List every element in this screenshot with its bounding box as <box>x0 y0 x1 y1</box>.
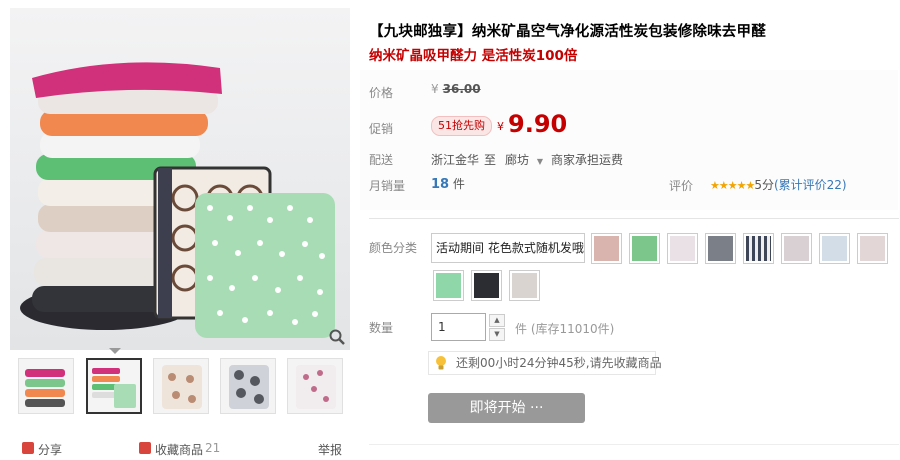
sku-option-text[interactable]: 活动期间 花色款式随机发哦 <box>431 233 585 263</box>
quantity-increase-button[interactable]: ▲ <box>489 314 505 327</box>
thumbnail-3[interactable] <box>153 358 209 414</box>
sku-swatch-5[interactable] <box>743 233 774 264</box>
active-thumb-caret <box>109 348 121 354</box>
sku-swatch-fill <box>594 236 619 261</box>
share-icon[interactable] <box>22 442 34 454</box>
divider <box>369 218 899 219</box>
sku-swatch-3[interactable] <box>667 233 698 264</box>
sku-swatch-10[interactable] <box>471 270 502 301</box>
zoom-icon[interactable] <box>328 328 346 346</box>
color-category-label: 颜色分类 <box>369 241 418 255</box>
shipping-label: 配送 <box>369 153 394 167</box>
rating-stars-icon: ★★★★★ <box>710 179 755 192</box>
promo-tag: 51抢先购 <box>431 116 492 136</box>
review-count-link[interactable]: (累计评价22) <box>774 178 847 192</box>
sku-swatch-fill <box>670 236 695 261</box>
pillow-stack-illustration <box>20 62 335 338</box>
promo-currency: ¥ <box>497 120 504 133</box>
ship-from: 浙江金华 <box>431 153 480 167</box>
sku-swatch-fill <box>474 273 499 298</box>
sku-swatch-1[interactable] <box>591 233 622 264</box>
promo-price: 9.90 <box>508 110 568 138</box>
main-product-image[interactable] <box>10 8 350 350</box>
sku-swatch-fill <box>436 273 461 298</box>
report-link[interactable]: 举报 <box>318 441 342 458</box>
promo-label: 促销 <box>369 122 394 136</box>
coming-soon-button[interactable]: 即将开始 ··· <box>428 393 585 423</box>
product-subtitle: 纳米矿晶吸甲醛力 是活性炭100倍 <box>369 48 578 64</box>
sku-swatch-6[interactable] <box>781 233 812 264</box>
rating-score: 5分 <box>754 178 774 192</box>
sku-swatch-8[interactable] <box>857 233 888 264</box>
ship-to-word: 至 <box>484 153 497 167</box>
sku-swatch-fill <box>860 236 885 261</box>
thumbnail-1[interactable] <box>18 358 74 414</box>
favorite-link[interactable]: 收藏商品 <box>155 441 203 458</box>
monthly-sales: 18 件 <box>431 175 465 192</box>
favorite-icon[interactable] <box>139 442 151 454</box>
monthly-sales-label: 月销量 <box>369 179 406 193</box>
thumbnail-2[interactable] <box>86 358 142 414</box>
share-link[interactable]: 分享 <box>38 441 62 458</box>
thumbnail-4[interactable] <box>220 358 276 414</box>
ship-to-city: 廊坊 <box>505 153 530 167</box>
stock-info: 件 (库存11010件) <box>515 322 615 336</box>
rating[interactable]: ★★★★★5分(累计评价22) <box>710 176 847 193</box>
favorite-count: 21 <box>205 441 221 455</box>
countdown-notice: 还剩00小时24分钟45秒,请先收藏商品 <box>428 351 662 375</box>
share-row: 分享 收藏商品 21 举报 <box>22 440 342 458</box>
original-price-value: 36.00 <box>442 82 481 96</box>
shipping-fee: 商家承担运费 <box>551 153 624 167</box>
rating-label: 评价 <box>669 179 694 193</box>
chevron-down-icon: ▼ <box>536 157 543 166</box>
thumbnail-strip <box>18 358 348 418</box>
sku-swatch-fill <box>512 273 537 298</box>
countdown-text: 还剩00小时24分钟45秒,请先收藏商品 <box>456 356 662 370</box>
sku-swatch-fill <box>708 236 733 261</box>
quantity-input[interactable]: 1 <box>431 313 486 341</box>
sku-swatch-9[interactable] <box>433 270 464 301</box>
ship-to-select[interactable]: 廊坊 ▼ <box>505 151 543 168</box>
sku-swatch-7[interactable] <box>819 233 850 264</box>
quantity-label: 数量 <box>369 321 394 335</box>
monthly-sales-count: 18 <box>431 177 450 192</box>
monthly-sales-unit: 件 <box>452 177 465 191</box>
sku-swatch-11[interactable] <box>509 270 540 301</box>
original-price: ¥36.00 <box>431 82 481 96</box>
thumbnail-5[interactable] <box>287 358 343 414</box>
quantity-decrease-button[interactable]: ▼ <box>489 328 505 341</box>
original-currency: ¥ <box>431 82 439 96</box>
sku-swatch-4[interactable] <box>705 233 736 264</box>
sku-swatch-fill <box>632 236 657 261</box>
price-label: 价格 <box>369 86 394 100</box>
sku-swatch-2[interactable] <box>629 233 660 264</box>
bottom-divider <box>369 444 899 445</box>
lightbulb-icon <box>436 356 446 370</box>
sku-swatch-fill <box>784 236 809 261</box>
product-title: 【九块邮独享】纳米矿晶空气净化源活性炭包装修除味去甲醛 <box>369 24 766 40</box>
sku-swatch-fill <box>746 236 771 261</box>
sku-swatch-fill <box>822 236 847 261</box>
